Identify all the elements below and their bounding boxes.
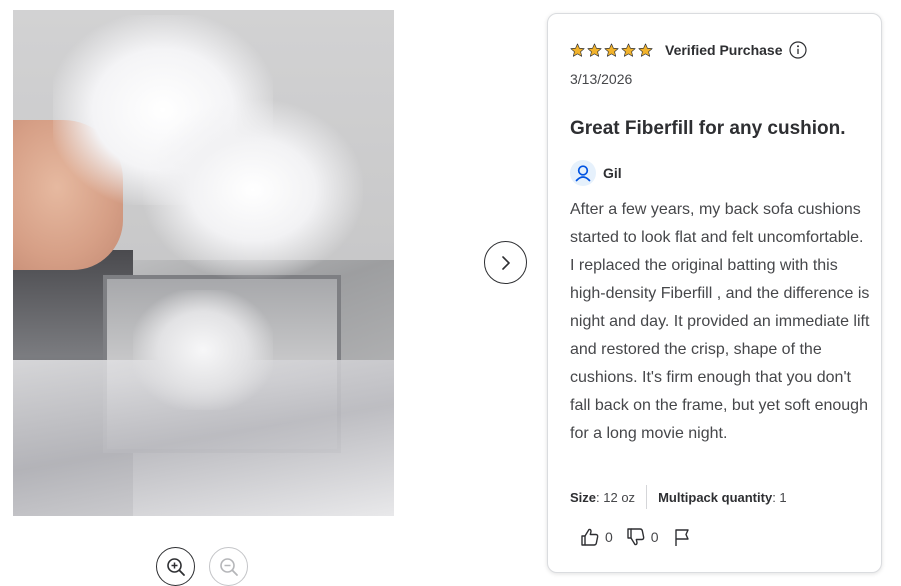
star-icon <box>621 43 636 57</box>
star-rating <box>570 43 655 58</box>
helpful-button[interactable]: 0 <box>580 527 613 547</box>
review-attributes: Size: 12 oz Multipack quantity: 1 <box>570 485 787 509</box>
avatar <box>570 160 596 186</box>
attribute-size: Size: 12 oz <box>570 489 636 505</box>
attribute-value: 1 <box>779 489 787 505</box>
zoom-in-button[interactable] <box>156 547 195 586</box>
review-body: After a few years, my back sofa cushions… <box>570 201 870 442</box>
review-author: Gil <box>570 160 622 186</box>
thumbs-up-icon <box>581 528 599 546</box>
rating-row: Verified Purchase <box>570 41 807 59</box>
zoom-out-button[interactable] <box>209 547 248 586</box>
report-button[interactable] <box>672 527 692 547</box>
next-image-button[interactable] <box>484 241 527 284</box>
divider <box>646 485 648 509</box>
review-photo[interactable] <box>13 10 394 516</box>
zoom-in-icon <box>166 557 185 576</box>
attribute-value: 12 oz <box>603 489 636 505</box>
attribute-label: Multipack quantity <box>658 489 773 505</box>
info-icon[interactable] <box>788 41 807 59</box>
star-icon <box>570 43 585 57</box>
user-icon <box>575 165 591 182</box>
chevron-right-icon <box>501 255 510 270</box>
thumbs-down-icon <box>627 528 645 546</box>
review-card: Verified Purchase 3/13/2026 Great Fiberf… <box>547 13 882 573</box>
unhelpful-count: 0 <box>650 529 659 545</box>
author-name: Gil <box>603 165 622 181</box>
review-date: 3/13/2026 <box>570 71 633 87</box>
helpful-count: 0 <box>605 529 613 545</box>
attribute-label: Size <box>570 489 597 505</box>
verified-purchase-label: Verified Purchase <box>665 42 783 58</box>
review-actions: 0 0 <box>580 527 705 547</box>
zoom-out-icon <box>219 557 238 576</box>
unhelpful-button[interactable]: 0 <box>626 527 659 547</box>
attribute-multipack: Multipack quantity: 1 <box>658 489 787 505</box>
flag-icon <box>674 529 689 546</box>
star-icon <box>587 43 602 57</box>
star-icon <box>604 43 619 57</box>
review-title: Great Fiberfill for any cushion. <box>570 118 846 139</box>
star-icon <box>638 43 653 57</box>
